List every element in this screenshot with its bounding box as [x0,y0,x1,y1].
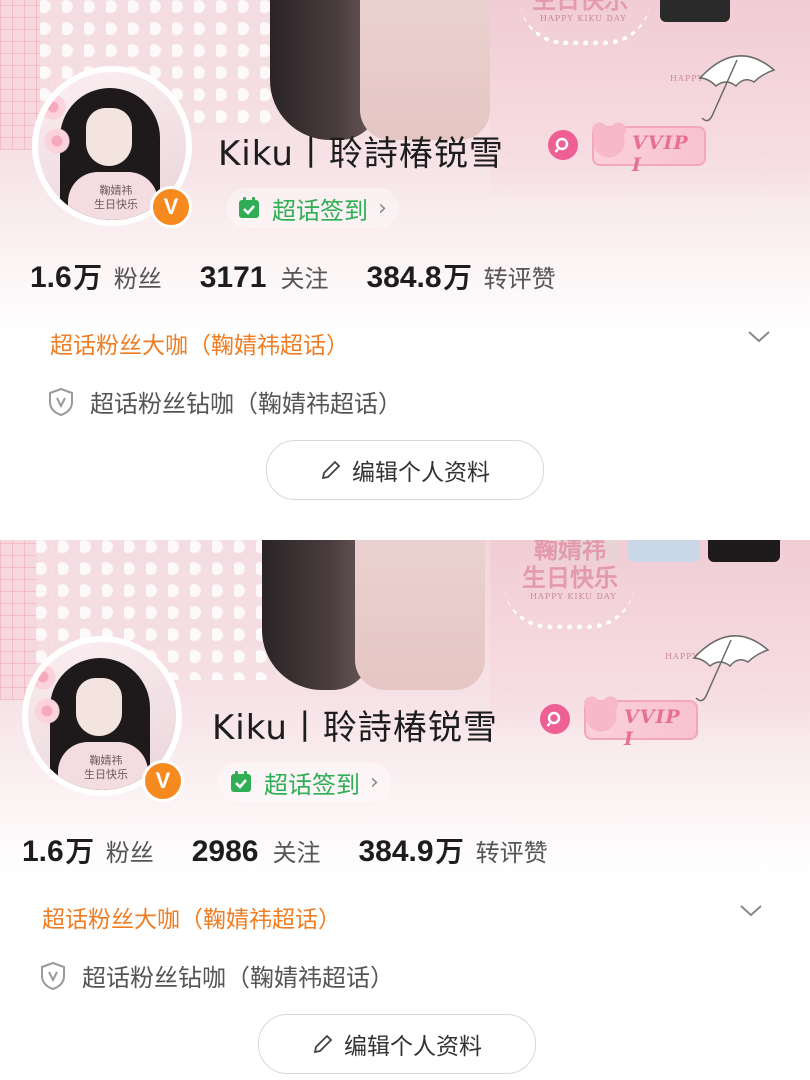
profile-name: Kiku丨聆詩椿锐雪 [218,134,504,174]
flower-icon [42,126,72,156]
bear-icon [582,694,620,734]
umbrella-icon [698,55,776,122]
chevron-right-icon: › [370,769,379,795]
stat-interactions[interactable]: 384.8 万 转评赞 [366,256,555,296]
verified-v-icon: V [150,186,192,228]
chevron-right-icon: › [378,195,387,221]
secondary-badge: 超话粉丝钻咖（鞠婧祎超话） [48,384,402,419]
bear-icon [590,120,628,160]
calendar-check-icon [239,197,259,218]
search-icon[interactable] [548,130,578,160]
profile-card-2: 鞠婧祎 生日快乐 HAPPY KIKU DAY HAPPY B 鞠婧祎 生日快乐… [0,540,810,1080]
edit-profile-button[interactable]: 编辑个人资料 [266,440,544,500]
calendar-check-icon [231,771,251,792]
stat-following[interactable]: 3171 关注 [200,259,329,295]
stat-followers[interactable]: 1.6 万 粉丝 [22,830,154,870]
stat-followers[interactable]: 1.6 万 粉丝 [30,256,162,296]
edit-profile-button[interactable]: 编辑个人资料 [258,1014,536,1074]
umbrella-icon [692,635,770,702]
supertopic-checkin-button[interactable]: 超话签到 › [226,188,399,228]
pencil-icon [321,460,341,480]
shield-v-icon [49,387,73,416]
flower-icon [28,662,58,692]
avatar-caption: 鞠婧祎 生日快乐 [84,754,128,781]
stat-following[interactable]: 2986 关注 [192,833,321,869]
pencil-icon [313,1034,333,1054]
secondary-badge: 超话粉丝钻咖（鞠婧祎超话） [40,958,394,993]
stat-interactions[interactable]: 384.9 万 转评赞 [358,830,547,870]
verified-v-icon: V [142,760,184,802]
banner-thumbnail [708,540,780,562]
banner-photo-dress [355,540,485,690]
banner-photo-dress [360,0,490,140]
shield-v-icon [41,961,65,990]
flower-icon [38,92,68,122]
supertopic-checkin-button[interactable]: 超话签到 › [218,762,391,802]
search-icon[interactable] [540,704,570,734]
profile-name: Kiku丨聆詩椿锐雪 [212,708,498,748]
profile-stats: 1.6 万 粉丝 2986 关注 384.9 万 转评赞 [22,830,586,870]
supertopic-badge-row[interactable]: 超话粉丝大咖（鞠婧祎超话） [42,896,782,936]
avatar-caption: 鞠婧祎 生日快乐 [94,184,138,211]
vip-badge[interactable]: VVIP I [582,694,698,750]
supertopic-badge-row[interactable]: 超话粉丝大咖（鞠婧祎超话） [50,322,790,362]
banner-thumbnail [660,0,730,22]
chevron-down-icon[interactable] [738,900,764,920]
supertopic-badge-title: 超话粉丝大咖（鞠婧祎超话） [50,333,349,359]
profile-stats: 1.6 万 粉丝 3171 关注 384.8 万 转评赞 [30,256,594,296]
profile-card-1: 生日快乐 HAPPY KIKU DAY HAPPY 鞠婧祎 生日快乐 V Kik… [0,0,810,540]
chevron-down-icon[interactable] [746,326,772,346]
vip-badge[interactable]: VVIP I [590,120,706,176]
flower-icon [32,696,62,726]
supertopic-badge-title: 超话粉丝大咖（鞠婧祎超话） [42,907,341,933]
banner-thumbnail [628,540,700,562]
